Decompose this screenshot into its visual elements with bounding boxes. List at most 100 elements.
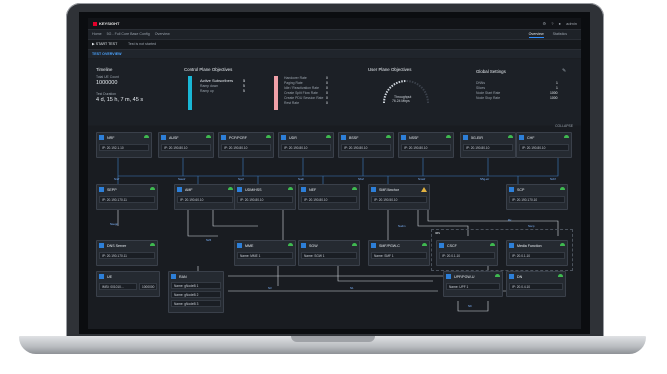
cloud-status-icon [352,187,357,190]
node-name: NEF [309,187,317,192]
node-header: MME [237,243,293,249]
node-dn[interactable]: DN IP: 20.0.4.10 [506,271,566,297]
ue-imsi-field[interactable]: IMSI: 001010... [99,283,137,290]
breadcrumb-current: Overview [154,32,170,36]
keysight-logo-icon [93,21,97,26]
link-label-n5g-eir: N5g-eir [480,177,490,181]
node-header: UDM/HSS [237,187,293,193]
cloud-status-icon [150,243,155,246]
user-name[interactable]: admin [566,21,577,26]
node-address-field[interactable]: IP: 20.190.80.10 [341,144,391,151]
node-address-field[interactable]: IP: 20.190.80.10 [401,144,451,151]
node-nef[interactable]: NEF IP: 20.190.80.10 [298,184,360,210]
gnodeb-field[interactable]: Name: gNodeB 2 [171,291,221,298]
help-icon[interactable]: ? [551,21,553,26]
node-address-field[interactable]: IP: 20.190.80.10 [281,144,331,151]
node-address-field[interactable]: IP: 20.190.50.10 [371,196,427,203]
link-label-npcf: Npcf [238,177,244,181]
node-smf-pgw-c[interactable]: SMF/PGW-C Name: SMF 1 [368,240,430,266]
node-address-field[interactable]: Name: SMF 1 [371,252,427,259]
ramp-up-label: Ramp up [200,89,214,93]
node-header: PCF/PCRF [221,135,271,141]
node-address-field[interactable]: IP: 20.190.80.10 [463,144,513,151]
start-test-button[interactable]: ▶ START TEST [92,42,117,46]
active-subscribers-value: 5 [243,78,246,83]
link-label-rx: Rx [508,218,512,222]
tab-statistics[interactable]: Statistics [553,32,567,36]
settings-icon[interactable]: ⚙ [542,21,546,26]
node-address-field[interactable]: IP: 20.190.80.10 [237,196,293,203]
link-label-n9: N9 [468,304,472,308]
network-function-icon [401,135,406,140]
node-address-field[interactable]: IP: 20.190.170.11 [99,196,155,203]
node-nrf[interactable]: NRF IP: 20.192.1.10 [96,132,152,158]
node-address-field[interactable]: IP: 20.190.60.10 [177,196,233,203]
node-mme[interactable]: MME Name: MME 1 [234,240,296,266]
test-overview-header[interactable]: TEST OVERVIEW [88,50,581,58]
node-name: BSSF [349,135,359,140]
network-function-icon [371,243,376,248]
node-address-field[interactable]: IP: 20.190.170.10 [509,196,565,203]
node-media-function[interactable]: Media Function IP: 20.0.1.10 [506,240,568,266]
node-ausf[interactable]: AUSF IP: 20.190.80.10 [158,132,214,158]
node-chf[interactable]: CHF IP: 20.190.80.10 [516,132,572,158]
node-address-field[interactable]: IP: 20.190.80.10 [221,144,271,151]
node-header: AUSF [161,135,211,141]
node-name: RAN [179,274,187,279]
gnodeb-field[interactable]: Name: gNodeB 1 [171,282,221,289]
network-function-icon [301,187,306,192]
node-name: NRF [107,135,115,140]
breadcrumb-home[interactable]: Home [92,32,102,36]
node-ran[interactable]: RAN Name: gNodeB 1 Name: gNodeB 2 Name: gNo… [168,271,224,313]
node-cscf[interactable]: CSCF IP: 20.0.1.10 [436,240,498,266]
node-name: DNS Server [107,243,127,248]
node-header: SCP [509,187,565,193]
node-ue[interactable]: UE IMSI: 001010... 1000000 [96,271,160,297]
node-address-field[interactable]: IP: 20.192.1.10 [99,144,149,151]
handover-rate-value: 0 [326,76,328,80]
node-nssf[interactable]: NSSF IP: 20.190.80.10 [398,132,454,158]
top-bar: KEYSIGHT ⚙ ? ● admin [88,18,581,30]
node-udm-hss[interactable]: UDM/HSS IP: 20.190.80.10 [234,184,296,210]
node-address-field[interactable]: IP: 20.0.4.10 [509,283,563,290]
node-address-field[interactable]: Name: UPF 1 [446,283,500,290]
node-smf-anchor[interactable]: SMF/Anchor IP: 20.190.50.10 [368,184,430,210]
node-address-field[interactable]: IP: 20.0.1.10 [439,252,495,259]
node-scp[interactable]: SCP IP: 20.190.170.10 [506,184,568,210]
node-bssf[interactable]: BSSF IP: 20.190.80.10 [338,132,394,158]
user-icon[interactable]: ● [559,21,561,26]
node-5g-eir[interactable]: 5G-EIR IP: 20.190.80.10 [460,132,516,158]
gnodeb-field[interactable]: Name: gNodeB 3 [171,300,221,307]
node-name: UE [107,274,112,279]
node-header: SEPP [99,187,155,193]
node-address-field[interactable]: IP: 20.190.80.10 [301,196,357,203]
breadcrumb-config[interactable]: 5G - Full Core Base Config [107,32,150,36]
node-address-field[interactable]: IP: 20.190.170.11 [99,252,155,259]
node-name: DN [517,274,523,279]
network-function-icon [301,243,306,248]
node-address-field[interactable]: Name: MME 1 [237,252,293,259]
node-address-field[interactable]: Name: SGW 1 [301,252,357,259]
cloud-status-icon [288,187,293,190]
node-sepp[interactable]: SEPP IP: 20.190.170.11 [96,184,158,210]
node-address-field[interactable]: IP: 20.190.80.10 [161,144,211,151]
node-name: UPF/PGW-U [454,274,475,279]
link-label-nnssf: Nnssf [418,177,426,181]
node-sgw[interactable]: SGW Name: SGW 1 [298,240,360,266]
node-udr[interactable]: UDR IP: 20.190.80.10 [278,132,334,158]
edit-icon[interactable]: ✎ [562,68,566,74]
node-dns-server[interactable]: DNS Server IP: 20.190.170.11 [96,240,158,266]
tab-overview[interactable]: Overview [528,32,544,38]
node-upf[interactable]: UPF/PGW-U Name: UPF 1 [443,271,503,297]
network-function-icon [446,274,451,279]
node-amf[interactable]: AMF IP: 20.190.60.10 [174,184,236,210]
node-name: CHF [527,135,535,140]
node-pcf-pcrf[interactable]: PCF/PCRF IP: 20.190.80.10 [218,132,274,158]
node-address-field[interactable]: IP: 20.190.80.10 [519,144,569,151]
node-address-field[interactable]: IP: 20.0.1.10 [509,252,565,259]
network-function-icon [519,135,524,140]
ue-count-field[interactable]: 1000000 [139,283,157,290]
node-name: SMF/Anchor [379,187,399,192]
breadcrumb-bar: Home 5G - Full Core Base Config Overview… [88,30,581,40]
idle-rate-value: 0 [326,86,328,90]
